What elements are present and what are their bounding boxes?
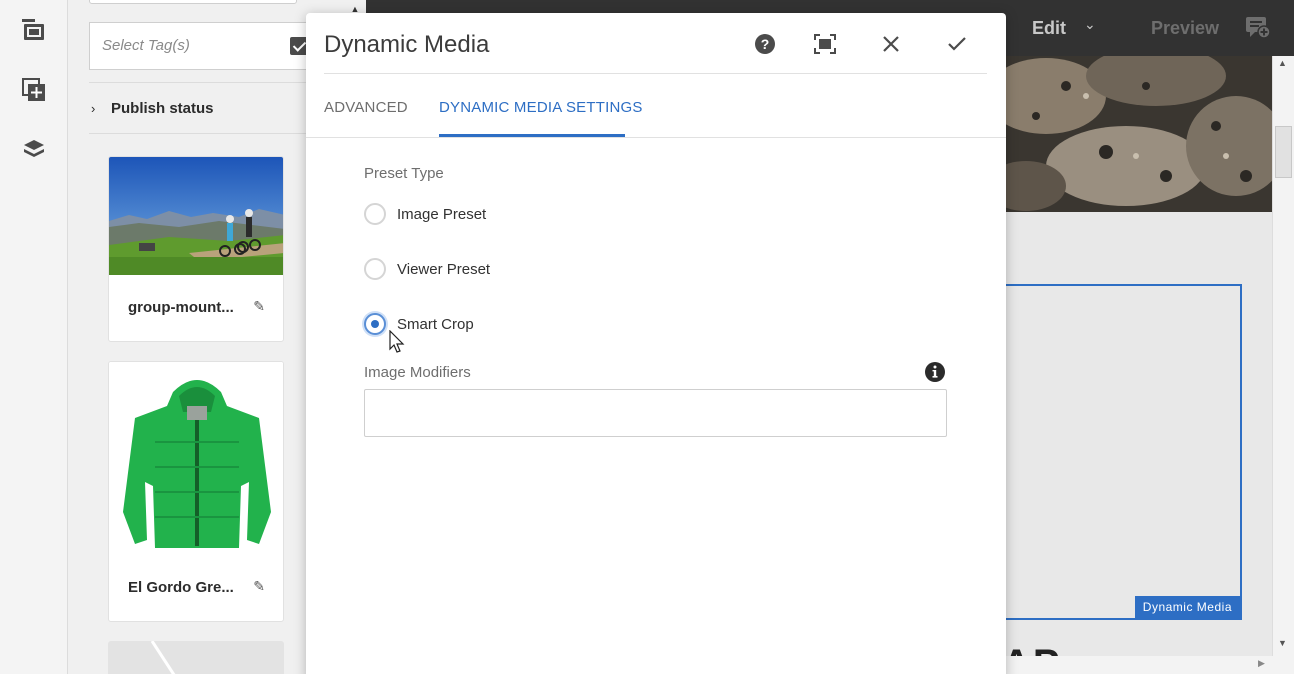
- canvas-horizontal-scrollbar[interactable]: ▶: [1006, 656, 1294, 674]
- close-icon[interactable]: [876, 29, 906, 59]
- mouse-pointer-icon: [389, 329, 405, 354]
- fullscreen-icon[interactable]: [810, 29, 840, 59]
- page-canvas: Dynamic Media AP: [1006, 56, 1272, 674]
- scroll-up-arrow[interactable]: ▲: [1278, 58, 1287, 68]
- asset-card[interactable]: group-mount... ✎: [108, 156, 284, 342]
- panel-search-box[interactable]: [89, 0, 297, 4]
- help-icon[interactable]: ?: [750, 29, 780, 59]
- edit-pencil-icon[interactable]: ✎: [253, 298, 265, 315]
- component-label: Dynamic Media: [1134, 596, 1240, 618]
- preview-button[interactable]: Preview: [1151, 18, 1219, 39]
- radio-smart-crop[interactable]: Smart Crop: [364, 312, 474, 336]
- layers-icon[interactable]: [22, 138, 46, 162]
- radio-image-preset[interactable]: Image Preset: [364, 202, 486, 226]
- edit-pencil-icon[interactable]: ✎: [253, 578, 265, 595]
- radio-button[interactable]: [364, 203, 386, 225]
- asset-card-partial[interactable]: [108, 641, 284, 674]
- left-rail: [0, 0, 68, 674]
- preset-type-label: Preset Type: [364, 165, 444, 182]
- asset-thumbnail-green-jacket: [109, 362, 283, 556]
- asset-card-title: El Gordo Gre...: [128, 579, 234, 596]
- radio-label: Image Preset: [397, 205, 487, 223]
- rock-image: [1006, 56, 1272, 212]
- scrollbar-thumb[interactable]: [1275, 126, 1292, 178]
- annotate-icon[interactable]: [1246, 17, 1271, 39]
- publish-status-label: Publish status: [111, 99, 214, 117]
- radio-button[interactable]: [364, 258, 386, 280]
- radio-label: Viewer Preset: [397, 260, 491, 278]
- tab-dynamic-media-settings[interactable]: DYNAMIC MEDIA SETTINGS: [439, 99, 643, 116]
- scroll-down-arrow[interactable]: ▼: [1278, 638, 1287, 648]
- image-modifiers-label: Image Modifiers: [364, 364, 471, 381]
- chevron-right-icon: ›: [91, 101, 96, 116]
- dynamic-media-component-frame[interactable]: Dynamic Media: [1006, 284, 1242, 620]
- info-icon[interactable]: [925, 362, 945, 382]
- radio-button-selected[interactable]: [364, 313, 386, 335]
- done-checkmark-icon[interactable]: [942, 29, 972, 59]
- tab-advanced[interactable]: ADVANCED: [324, 99, 408, 116]
- scroll-right-arrow[interactable]: ▶: [1258, 658, 1265, 669]
- image-modifiers-input[interactable]: [364, 389, 947, 437]
- edit-mode-button[interactable]: Edit: [1032, 18, 1066, 39]
- radio-label: Smart Crop: [397, 315, 474, 333]
- dynamic-media-dialog: Dynamic Media ? ADVANCED DYNAMIC MEDIA S…: [306, 13, 1006, 674]
- tabs-divider: [306, 137, 1006, 138]
- asset-card-title: group-mount...: [128, 299, 234, 316]
- svg-text:?: ?: [761, 36, 770, 52]
- asset-thumbnail-mountain-bikers: [109, 157, 283, 275]
- tag-select-input[interactable]: Select Tag(s): [89, 22, 277, 70]
- add-component-icon[interactable]: [22, 78, 46, 102]
- radio-viewer-preset[interactable]: Viewer Preset: [364, 257, 490, 281]
- dialog-header-divider: [324, 73, 987, 74]
- asset-card[interactable]: El Gordo Gre... ✎: [108, 361, 284, 622]
- dialog-title: Dynamic Media: [324, 31, 490, 58]
- canvas-vertical-scrollbar[interactable]: ▲ ▼: [1272, 56, 1294, 656]
- publish-status-toggle[interactable]: › Publish status: [89, 82, 306, 134]
- assets-film-icon[interactable]: [22, 18, 46, 42]
- chevron-down-icon[interactable]: ⌄: [1084, 16, 1096, 33]
